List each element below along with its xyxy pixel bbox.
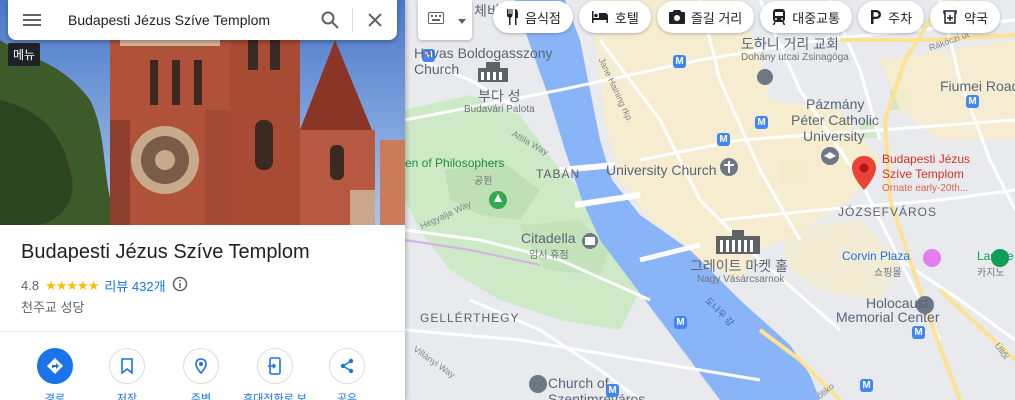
metro-icon[interactable]: M	[966, 95, 979, 108]
map-label-lasve[interactable]: Las Ve	[977, 249, 1014, 263]
map-label-buda-castle-ko[interactable]: 부다 성	[478, 86, 521, 106]
map-label-citadella[interactable]: Citadella	[521, 230, 575, 246]
directions-button[interactable]: 경로	[18, 348, 92, 400]
map-label-great-market[interactable]: Nagy Vásárcsarnok	[697, 274, 784, 285]
chip-label: 호텔	[614, 10, 639, 26]
map-label-holocaust-2[interactable]: Memorial Center	[836, 309, 939, 325]
rating-row: 4.8 ★★★★★ 리뷰 432개	[21, 276, 188, 295]
bookmark-icon	[109, 348, 145, 384]
keyboard-icon	[428, 11, 444, 29]
chip-transit[interactable]: 대중교통	[760, 1, 853, 33]
map-label-church-of[interactable]: Church of	[548, 375, 609, 391]
place-title: Budapesti Jézus Szíve Templom	[21, 241, 310, 263]
send-to-phone-label: 휴대전화로 보	[243, 393, 307, 400]
metro-icon[interactable]: M	[912, 326, 925, 339]
metro-icon[interactable]: M	[717, 133, 730, 146]
search-box: Budapesti Jézus Szíve Templom	[8, 0, 397, 40]
map-label-place-3[interactable]: Ornate early-20th...	[882, 183, 968, 194]
rating-stars: ★★★★★	[45, 277, 99, 293]
map-label-fiumei[interactable]: Fiumei Road	[940, 78, 1015, 94]
camera-icon	[668, 10, 685, 24]
nearby-icon	[183, 348, 219, 384]
save-button[interactable]: 저장	[90, 348, 164, 400]
caret-down-icon	[458, 11, 466, 29]
map-label-dohany[interactable]: Dohány utcai Zsinagóga	[741, 52, 849, 63]
map-label-great-market-ko[interactable]: 그레이트 마켓 홀	[690, 256, 788, 276]
rating-value: 4.8	[21, 278, 40, 293]
chip-label: 음식점	[525, 10, 561, 26]
map-label-philosophers[interactable]: en of Philosophers	[405, 156, 504, 170]
menu-button[interactable]	[8, 0, 56, 40]
panel-divider	[0, 331, 405, 332]
nearby-label: 주변	[190, 393, 212, 400]
map-label-park-ko: 공원	[474, 176, 493, 187]
chip-restaurants[interactable]: 음식점	[493, 1, 573, 33]
search-icon	[321, 11, 339, 29]
chip-pharmacy[interactable]: 약국	[930, 1, 1000, 33]
menu-tooltip: 메뉴	[8, 43, 41, 66]
map-label-szentimrevaros[interactable]: Szentimreváros	[548, 391, 645, 400]
maps-window: M M M M M M M M M M Havas Boldogasszony …	[0, 0, 1015, 400]
share-button[interactable]: 공유	[310, 348, 384, 400]
map-label-gellerthegy: GELLÉRTHEGY	[420, 311, 520, 325]
search-button[interactable]	[308, 0, 352, 40]
map-label-corvin-ko: 쇼핑몰	[874, 268, 902, 279]
chip-label: 약국	[964, 10, 988, 26]
map-label-university-church[interactable]: University Church	[606, 162, 716, 178]
metro-icon[interactable]: M	[674, 316, 687, 329]
map-label-lasve-ko: 카지노	[977, 268, 1005, 279]
metro-icon[interactable]: M	[673, 55, 686, 68]
map-label-church[interactable]: Church	[414, 61, 459, 77]
transit-icon	[773, 9, 786, 25]
chip-label: 즐길 거리	[690, 10, 743, 26]
map-label-dohany-ko[interactable]: 도하니 거리 교회	[741, 34, 839, 54]
hamburger-menu-icon	[23, 14, 41, 26]
map-label-havas[interactable]: Havas Boldogasszony	[414, 45, 553, 61]
chip-things-to-do[interactable]: 즐길 거리	[656, 1, 755, 33]
chip-hotels[interactable]: 호텔	[578, 1, 651, 33]
nearby-button[interactable]: 주변	[164, 348, 238, 400]
map-label-pazmany-2[interactable]: Péter Catholic	[791, 112, 879, 128]
place-panel: Budapesti Jézus Szíve Templom 메뉴 Budapes…	[0, 0, 405, 400]
parking-icon	[871, 10, 882, 24]
chip-label: 대중교통	[792, 10, 841, 26]
restaurant-icon	[507, 9, 518, 25]
info-icon[interactable]	[172, 276, 188, 295]
directions-label: 경로	[44, 393, 66, 400]
reviews-link[interactable]: 리뷰 432개	[104, 276, 165, 295]
map-label-corvin[interactable]: Corvin Plaza	[842, 249, 910, 263]
send-to-phone-button[interactable]: 휴대전화로 보	[238, 348, 312, 400]
chip-parking[interactable]: 주차	[858, 1, 925, 33]
save-label: 저장	[116, 393, 138, 400]
send-to-phone-icon	[257, 348, 293, 384]
map-label-place-1[interactable]: Budapesti Jézus	[882, 152, 970, 166]
pharmacy-icon	[943, 10, 957, 24]
map-label-place-2[interactable]: Szíve Templom	[882, 167, 964, 181]
input-tools-button[interactable]	[418, 0, 472, 40]
map-label-taban: TABÁN	[536, 167, 581, 181]
share-label: 공유	[336, 393, 358, 400]
action-buttons: 경로 저장 주변 휴대전화로 보 공유	[0, 348, 405, 400]
map-label-jozsefvaros: JÓZSEFVÁROS	[838, 205, 938, 219]
metro-icon[interactable]: M	[860, 379, 873, 392]
search-input[interactable]: Budapesti Jézus Szíve Templom	[56, 12, 308, 28]
map-label-buda-castle[interactable]: Budavári Palota	[464, 104, 535, 115]
place-category[interactable]: 천주교 성당	[21, 297, 84, 316]
metro-icon[interactable]: M	[755, 116, 768, 129]
map-label-pazmany-1[interactable]: Pázmány	[806, 96, 864, 112]
map-label-citadella-ko: 임시 휴점	[529, 250, 569, 261]
close-icon	[368, 13, 382, 27]
map-label-pazmany-3[interactable]: University	[803, 128, 864, 144]
chip-label: 주차	[888, 10, 913, 26]
clear-search-button[interactable]	[353, 0, 397, 40]
share-icon	[329, 348, 365, 384]
category-chips: 음식점 호텔 즐길 거리 대중교통 주차 약국	[493, 1, 1000, 33]
hotel-icon	[591, 11, 608, 23]
directions-icon	[37, 348, 73, 384]
